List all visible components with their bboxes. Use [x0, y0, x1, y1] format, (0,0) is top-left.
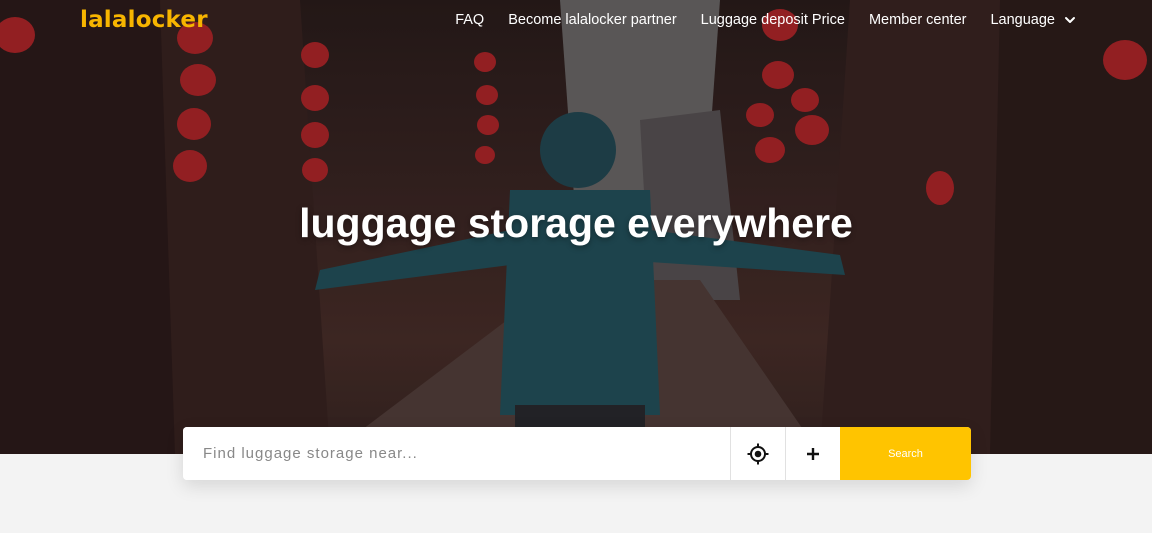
search-input[interactable]: [183, 427, 730, 480]
plus-icon: [807, 447, 819, 460]
search-bar: Search: [183, 427, 971, 480]
nav-member-center[interactable]: Member center: [869, 12, 967, 28]
nav-deposit-price[interactable]: Luggage deposit Price: [701, 12, 845, 28]
locate-me-button[interactable]: [730, 427, 785, 480]
nav-faq[interactable]: FAQ: [455, 12, 484, 28]
nav-language[interactable]: Language: [990, 12, 1076, 28]
hero-headline: luggage storage everywhere: [299, 200, 853, 246]
search-button[interactable]: Search: [840, 427, 971, 480]
add-button[interactable]: [785, 427, 840, 480]
crosshair-icon: [747, 443, 769, 464]
nav-become-partner[interactable]: Become lalalocker partner: [508, 12, 676, 28]
top-nav: FAQ Become lalalocker partner Luggage de…: [431, 12, 1076, 28]
brand-logo[interactable]: lalalocker: [80, 7, 208, 33]
nav-language-label: Language: [990, 12, 1055, 28]
chevron-down-icon: [1065, 17, 1075, 23]
